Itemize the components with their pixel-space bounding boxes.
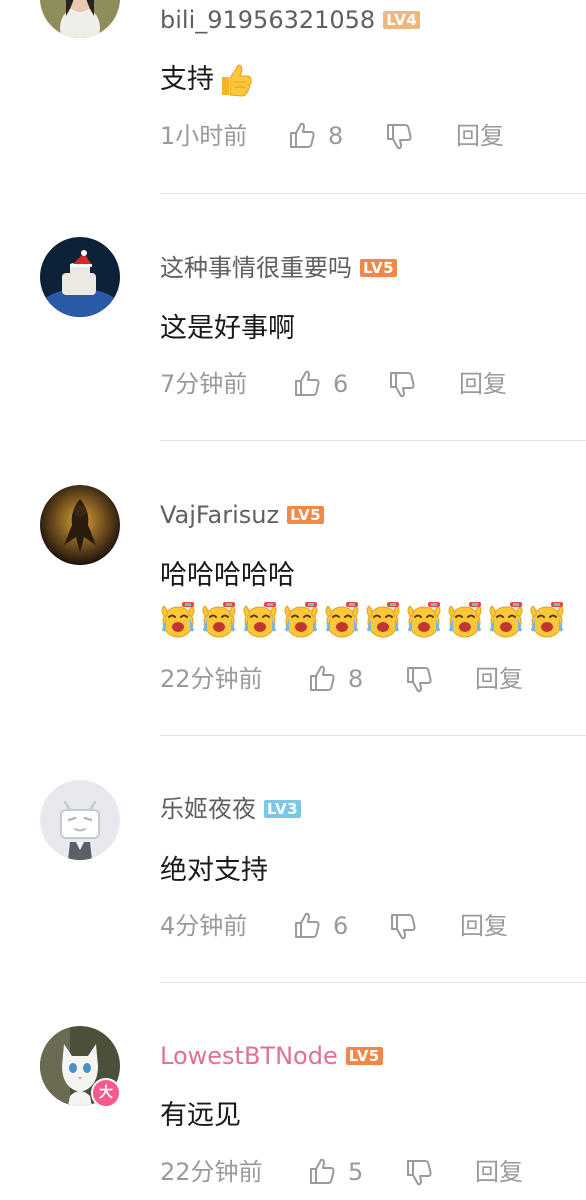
thumbs-down-icon[interactable] — [384, 121, 414, 151]
avatar[interactable] — [40, 485, 120, 565]
crying-laughing-emoji — [530, 602, 564, 638]
reply-button[interactable]: 回复 — [475, 1152, 523, 1192]
thumbs-up-icon[interactable] — [292, 911, 322, 941]
timestamp: 4分钟前 — [160, 912, 248, 940]
username[interactable]: LowestBTNode LV5 — [160, 1038, 383, 1074]
avatar[interactable] — [40, 780, 120, 860]
username[interactable]: 这种事情很重要吗 LV5 — [160, 250, 398, 286]
username[interactable]: bili_91956321058 LV4 — [160, 2, 421, 38]
timestamp: 1小时前 — [160, 122, 248, 150]
crying-laughing-emoji — [489, 602, 523, 638]
comment-text: 哈哈哈哈哈 — [160, 556, 295, 596]
comment-text: 绝对支持 — [160, 851, 268, 891]
thumbs-up-icon[interactable] — [292, 369, 322, 399]
username-text[interactable]: bili_91956321058 — [160, 2, 375, 38]
reply-button[interactable]: 回复 — [460, 906, 508, 946]
thumbs-down-icon[interactable] — [404, 1157, 434, 1187]
thumbs-down-icon[interactable] — [387, 369, 417, 399]
username-text[interactable]: 乐姬夜夜 — [160, 791, 256, 827]
thumbs-down-icon[interactable] — [388, 911, 418, 941]
like-count: 8 — [348, 665, 364, 693]
thumbs-down-icon[interactable] — [404, 664, 434, 694]
level-badge: LV3 — [264, 800, 302, 818]
divider — [160, 193, 586, 194]
level-badge: LV5 — [360, 259, 398, 277]
like-count: 6 — [333, 370, 349, 398]
username-text[interactable]: VajFarisuz — [160, 497, 279, 533]
fan-badge: 大 — [91, 1078, 121, 1108]
crying-laughing-emoji — [366, 602, 400, 638]
timestamp: 22分钟前 — [160, 1158, 263, 1186]
comment-content: 支持 — [160, 64, 214, 95]
reply-button[interactable]: 回复 — [475, 659, 523, 699]
thumbs-up-emoji — [222, 64, 252, 97]
timestamp: 7分钟前 — [160, 370, 248, 398]
comment-text: 支持 — [160, 60, 254, 100]
divider — [160, 735, 586, 736]
crying-laughing-emoji — [448, 602, 482, 638]
comment-text: 这是好事啊 — [160, 309, 295, 349]
crying-laughing-emoji — [325, 602, 359, 638]
comment-content: 这是好事啊 — [160, 313, 295, 344]
divider — [160, 440, 586, 441]
avatar[interactable] — [40, 0, 120, 38]
emoji-row — [158, 600, 567, 642]
comment-content: 有远见 — [160, 1100, 241, 1131]
thumbs-up-icon[interactable] — [307, 664, 337, 694]
thumbs-up-icon[interactable] — [287, 121, 317, 151]
crying-laughing-emoji — [202, 602, 236, 638]
username[interactable]: VajFarisuz LV5 — [160, 497, 325, 533]
level-badge: LV5 — [287, 506, 325, 524]
reply-button[interactable]: 回复 — [456, 116, 504, 156]
reply-button[interactable]: 回复 — [459, 364, 507, 404]
like-count: 6 — [333, 912, 349, 940]
crying-laughing-emoji — [161, 602, 195, 638]
divider — [160, 982, 586, 983]
level-badge: LV5 — [345, 1047, 383, 1065]
username-text[interactable]: LowestBTNode — [160, 1038, 338, 1074]
like-count: 5 — [348, 1158, 364, 1186]
username-text[interactable]: 这种事情很重要吗 — [160, 250, 352, 286]
like-count: 8 — [328, 122, 344, 150]
avatar[interactable] — [40, 237, 120, 317]
timestamp: 22分钟前 — [160, 665, 263, 693]
crying-laughing-emoji — [407, 602, 441, 638]
crying-laughing-emoji — [243, 602, 277, 638]
comment-text: 有远见 — [160, 1096, 241, 1136]
thumbs-up-icon[interactable] — [307, 1157, 337, 1187]
crying-laughing-emoji — [284, 602, 318, 638]
username[interactable]: 乐姬夜夜 LV3 — [160, 791, 302, 827]
comment-content: 绝对支持 — [160, 855, 268, 886]
level-badge: LV4 — [383, 11, 421, 29]
comment-content: 哈哈哈哈哈 — [160, 560, 295, 591]
